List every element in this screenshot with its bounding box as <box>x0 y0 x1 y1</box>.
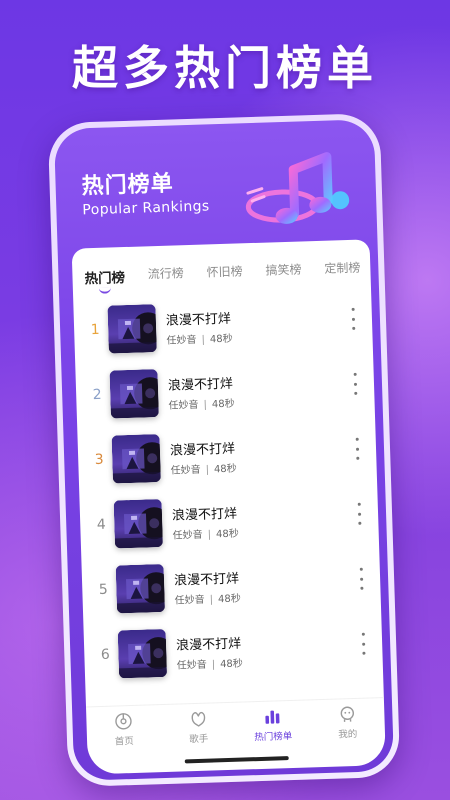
nav-label: 歌手 <box>189 733 209 746</box>
artist-name: 任妙音 <box>168 399 199 412</box>
rank-number: 5 <box>98 581 109 598</box>
song-title: 浪漫不打烊 <box>175 636 242 654</box>
song-title: 浪漫不打烊 <box>167 376 234 394</box>
nav-label: 热门榜单 <box>254 730 293 744</box>
chart-bars-icon <box>265 710 280 724</box>
album-cover[interactable] <box>115 563 166 614</box>
tab-active-indicator <box>99 287 112 294</box>
meta-separator: | <box>201 334 206 346</box>
album-cover[interactable] <box>117 628 168 679</box>
song-duration: 48秒 <box>215 528 239 541</box>
song-meta: 任妙音 | 48秒 <box>172 525 239 542</box>
song-row[interactable]: 4 浪漫不打烊 任妙音 | 48秒 <box>80 492 380 566</box>
tab-custom[interactable]: 定制榜 <box>323 240 361 289</box>
more-options-icon[interactable] <box>352 437 363 460</box>
nav-mine[interactable]: 我的 <box>317 698 378 743</box>
song-row[interactable]: 5 浪漫不打烊 任妙音 | 48秒 <box>82 557 382 631</box>
home-indicator <box>184 756 289 764</box>
song-meta: 任妙音 | 48秒 <box>176 655 243 672</box>
song-row[interactable]: 2 浪漫不打烊 任妙音 | 48秒 <box>75 362 375 436</box>
song-meta: 任妙音 | 48秒 <box>170 460 237 477</box>
tab-funny[interactable]: 搞笑榜 <box>265 241 303 290</box>
tab-hot[interactable]: 热门榜 <box>84 247 126 296</box>
album-art-image <box>117 628 168 679</box>
rank-number: 6 <box>100 646 111 663</box>
album-art-image <box>107 304 157 354</box>
song-duration: 48秒 <box>213 463 237 476</box>
nav-label: 首页 <box>114 735 135 748</box>
phone-mockup: 热门榜单 Popular Rankings 热门榜 流行榜 怀旧榜 搞笑榜 定制… <box>47 112 401 788</box>
nav-home[interactable]: 首页 <box>93 705 154 750</box>
more-options-icon[interactable] <box>350 372 361 395</box>
album-art-image <box>109 369 159 419</box>
banner-subtitle: Popular Rankings <box>82 198 210 219</box>
song-meta: 任妙音 | 48秒 <box>174 590 241 607</box>
more-options-icon[interactable] <box>354 502 365 525</box>
album-art-image <box>115 563 166 614</box>
more-options-icon[interactable] <box>356 567 367 590</box>
singer-icon <box>191 711 205 727</box>
album-art-image <box>113 498 164 549</box>
song-row[interactable]: 3 浪漫不打烊 任妙音 | 48秒 <box>78 427 378 501</box>
song-title: 浪漫不打烊 <box>173 571 240 589</box>
tab-nostalgic[interactable]: 怀旧榜 <box>206 243 244 292</box>
promo-headline: 超多热门榜单 <box>72 41 378 95</box>
tab-popular[interactable]: 流行榜 <box>147 245 185 294</box>
rank-number: 4 <box>96 516 106 534</box>
song-duration: 48秒 <box>219 658 244 671</box>
song-row[interactable]: 1 浪漫不打烊 任妙音 | 48秒 <box>73 297 373 371</box>
album-cover[interactable] <box>113 498 164 549</box>
song-row[interactable]: 6 浪漫不打烊 任妙音 | 48秒 <box>84 622 384 696</box>
song-duration: 48秒 <box>209 333 233 346</box>
tab-label: 热门榜 <box>84 270 126 288</box>
rank-number: 1 <box>90 321 100 339</box>
artist-name: 任妙音 <box>176 659 207 672</box>
ranking-tabs: 热门榜 流行榜 怀旧榜 搞笑榜 定制榜 <box>72 239 371 296</box>
meta-separator: | <box>205 464 210 476</box>
rank-number: 2 <box>92 386 102 404</box>
more-options-icon[interactable] <box>358 632 369 655</box>
app-screen: 热门榜单 Popular Rankings 热门榜 流行榜 怀旧榜 搞笑榜 定制… <box>53 119 395 781</box>
album-cover[interactable] <box>111 434 161 484</box>
artist-name: 任妙音 <box>174 594 205 607</box>
nav-label: 我的 <box>338 728 358 741</box>
artist-name: 任妙音 <box>166 334 197 347</box>
meta-separator: | <box>203 399 208 411</box>
meta-separator: | <box>209 594 214 606</box>
banner-title: 热门榜单 <box>81 171 175 200</box>
song-title: 浪漫不打烊 <box>169 441 236 459</box>
nav-hot-rankings[interactable]: 热门榜单 <box>242 701 303 746</box>
music-note-3d-icon <box>245 152 350 224</box>
album-cover[interactable] <box>109 369 159 419</box>
bottom-nav: 首页 歌手 热门榜单 我的 <box>85 697 386 751</box>
song-duration: 48秒 <box>217 593 241 606</box>
rank-number: 3 <box>94 451 104 469</box>
more-options-icon[interactable] <box>348 307 359 330</box>
song-title: 浪漫不打烊 <box>165 311 232 329</box>
album-cover[interactable] <box>107 304 157 354</box>
ranking-banner: 热门榜单 Popular Rankings <box>54 119 378 259</box>
meta-separator: | <box>207 529 212 541</box>
artist-name: 任妙音 <box>172 529 203 542</box>
nav-singer[interactable]: 歌手 <box>168 703 229 748</box>
meta-separator: | <box>211 659 216 671</box>
song-duration: 48秒 <box>211 398 235 411</box>
disc-icon <box>115 713 132 730</box>
song-list: 1 浪漫不打烊 任妙音 | 48秒 2 浪漫不打烊 任妙音 | 48秒 3 浪漫… <box>73 297 383 696</box>
artist-name: 任妙音 <box>170 464 201 477</box>
song-meta: 任妙音 | 48秒 <box>166 330 233 347</box>
ranking-card: 热门榜 流行榜 怀旧榜 搞笑榜 定制榜 1 浪漫不打烊 任妙音 | 48秒 2 … <box>71 239 386 775</box>
profile-icon <box>340 706 354 722</box>
song-meta: 任妙音 | 48秒 <box>168 395 235 412</box>
song-title: 浪漫不打烊 <box>171 506 238 524</box>
album-art-image <box>111 434 161 484</box>
